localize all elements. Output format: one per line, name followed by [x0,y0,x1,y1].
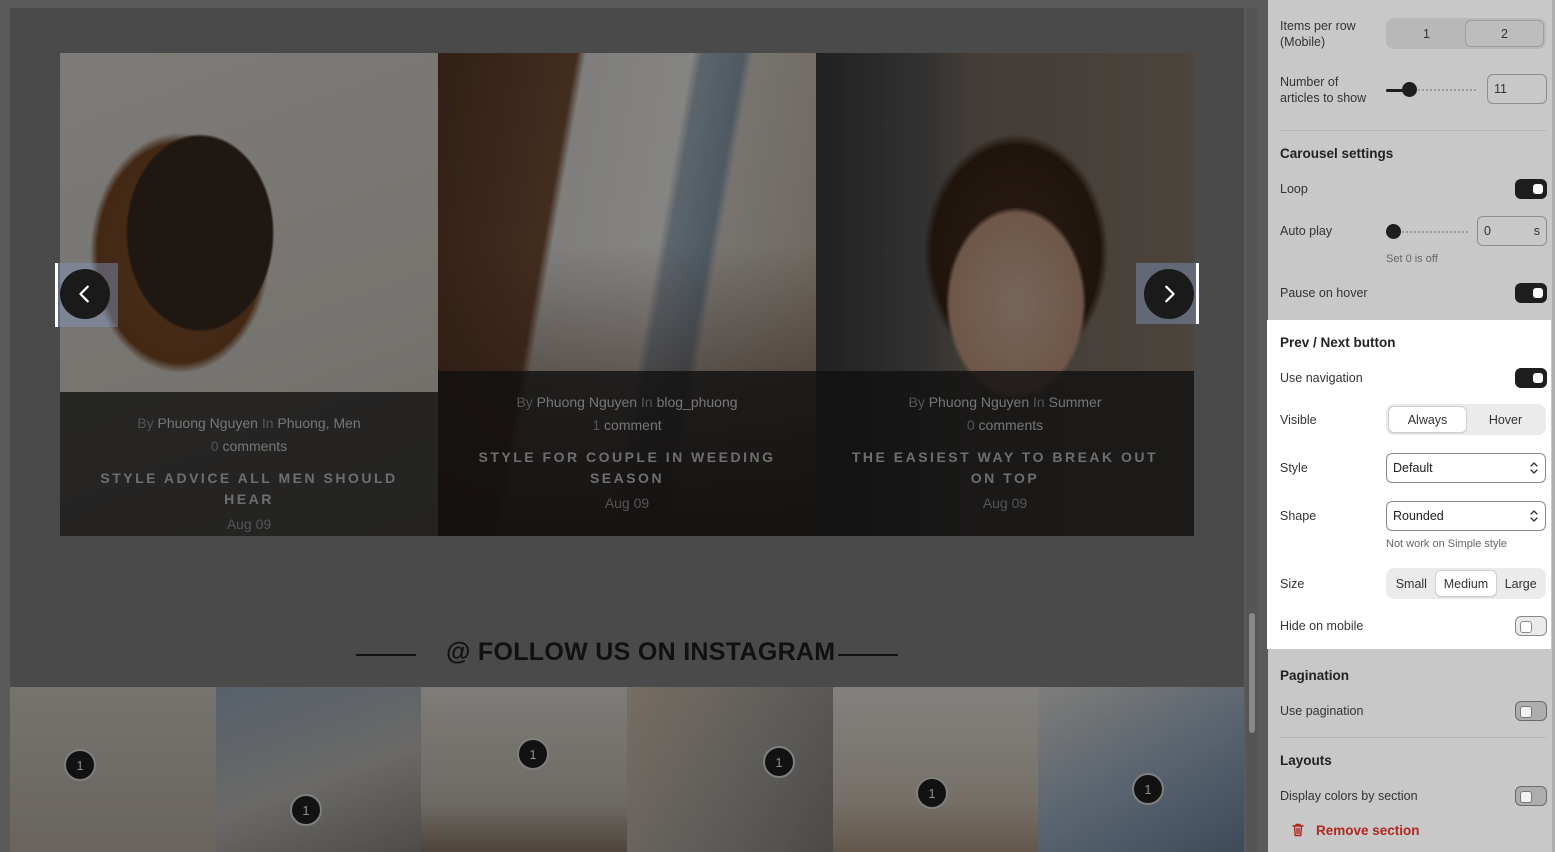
blog-card-title[interactable]: THE EASIEST WAY TO BREAK OUT ON TOP [846,447,1164,489]
product-count-badge: 1 [763,746,795,778]
size-label: Size [1280,577,1305,591]
display-colors-toggle[interactable] [1515,786,1547,806]
use-pagination-label: Use pagination [1280,704,1364,718]
size-option-medium[interactable]: Medium [1434,570,1498,597]
pause-hover-toggle[interactable] [1515,283,1547,303]
autoplay-input[interactable]: 0 s [1477,216,1547,246]
items-per-row-option-2[interactable]: 2 [1465,20,1544,47]
shape-select[interactable]: Rounded [1386,501,1546,531]
comment-count[interactable]: 0 comments [90,435,408,458]
style-label: Style [1280,461,1308,475]
size-option-large[interactable]: Large [1497,570,1544,597]
product-count-badge: 1 [290,794,322,826]
blog-card-byline: By Phuong Nguyen In Phuong, Men [137,415,361,431]
carousel-settings-title: Carousel settings [1280,146,1394,161]
layouts-title: Layouts [1280,753,1332,768]
pagination-title: Pagination [1280,668,1350,683]
carousel-next-button[interactable] [1144,269,1194,319]
product-count-badge: 1 [517,738,549,770]
author-link[interactable]: Phuong Nguyen [929,394,1029,410]
visible-option-hover[interactable]: Hover [1467,406,1544,433]
articles-count-input[interactable]: 11 [1487,74,1547,104]
divider [1280,737,1546,738]
preview-scrollbar-thumb[interactable] [1249,613,1255,733]
blog-card-date: Aug 09 [982,495,1028,511]
autoplay-slider-knob[interactable] [1386,224,1401,239]
select-chevron-icon [1530,462,1538,474]
prev-next-settings-card: Prev / Next button Use navigation Visibl… [1267,320,1551,649]
instagram-grid: 1 1 1 1 1 1 [10,687,1244,852]
instagram-tile[interactable]: 1 [216,687,421,852]
loop-label: Loop [1280,182,1308,196]
instagram-tile[interactable]: 1 [627,687,833,852]
trash-icon [1292,823,1304,837]
chevron-left-icon [79,285,89,303]
use-navigation-label: Use navigation [1280,371,1363,385]
instagram-tile[interactable]: 1 [1038,687,1244,852]
visible-segmented: Always Hover [1386,404,1546,435]
instagram-heading-row: @ FOLLOW US ON INSTAGRAM [10,638,1244,674]
autoplay-unit: s [1533,224,1540,238]
items-per-row-option-1[interactable]: 1 [1388,20,1465,47]
blog-card-meta: By Phuong Nguyen In blog_phuong 1 commen… [438,371,816,536]
remove-section-button[interactable]: Remove section [1290,822,1420,838]
shape-label: Shape [1280,509,1317,523]
shape-hint: Not work on Simple style [1386,538,1508,550]
carousel-prev-button[interactable] [60,269,110,319]
comment-count[interactable]: 0 comments [846,414,1164,437]
select-chevron-icon [1530,510,1538,522]
blog-card-byline: By Phuong Nguyen In Summer [908,394,1102,410]
items-per-row-label: Items per row (Mobile) [1280,19,1356,49]
visible-option-always[interactable]: Always [1388,406,1467,433]
heading-divider-right [838,654,898,656]
author-link[interactable]: Phuong Nguyen [158,415,258,431]
blog-card-title[interactable]: STYLE FOR COUPLE IN WEEDING SEASON [468,447,786,489]
pause-hover-label: Pause on hover [1280,286,1368,300]
category-link[interactable]: blog_phuong [657,394,738,410]
product-count-badge: 1 [1132,773,1164,805]
divider [1280,130,1546,131]
visible-label: Visible [1280,413,1317,427]
loop-toggle[interactable] [1515,179,1547,199]
instagram-heading: @ FOLLOW US ON INSTAGRAM [446,638,836,666]
theme-preview: By Phuong Nguyen In Phuong, Men 0 commen… [0,0,1268,852]
style-select[interactable]: Default [1386,453,1546,483]
heading-divider-left [356,654,416,656]
author-link[interactable]: Phuong Nguyen [537,394,637,410]
display-colors-label: Display colors by section [1280,789,1418,803]
articles-count-label: Number of articles to show [1280,75,1367,105]
blog-card-date: Aug 09 [226,516,272,532]
product-count-badge: 1 [916,777,948,809]
instagram-tile[interactable]: 1 [421,687,627,852]
comment-count[interactable]: 1 comment [468,414,786,437]
use-pagination-toggle[interactable] [1515,701,1547,721]
blog-card-meta: By Phuong Nguyen In Summer 0 comments TH… [816,371,1194,536]
size-segmented: Small Medium Large [1386,568,1546,599]
product-count-badge: 1 [64,749,96,781]
autoplay-label: Auto play [1280,224,1333,238]
blog-card-byline: By Phuong Nguyen In blog_phuong [516,394,738,410]
remove-section-bar: Remove section [1268,808,1555,852]
hide-mobile-label: Hide on mobile [1280,619,1364,633]
blog-card-title[interactable]: STYLE ADVICE ALL MEN SHOULD HEAR [90,468,408,510]
use-navigation-toggle[interactable] [1515,368,1547,388]
instagram-tile[interactable]: 1 [10,687,216,852]
blog-card-meta: By Phuong Nguyen In Phuong, Men 0 commen… [60,392,438,536]
items-per-row-segmented: 1 2 [1386,18,1546,49]
prev-next-title: Prev / Next button [1280,335,1396,350]
blog-carousel: By Phuong Nguyen In Phuong, Men 0 commen… [60,53,1194,536]
chevron-right-icon [1165,285,1175,303]
autoplay-hint: Set 0 is off [1386,253,1438,265]
remove-section-label: Remove section [1316,822,1420,838]
articles-slider-knob[interactable] [1402,82,1417,97]
preview-frame: By Phuong Nguyen In Phuong, Men 0 commen… [10,8,1244,852]
category-link[interactable]: Phuong, Men [277,415,360,431]
hide-mobile-toggle[interactable] [1515,616,1547,636]
category-link[interactable]: Summer [1049,394,1102,410]
blog-card[interactable]: By Phuong Nguyen In blog_phuong 1 commen… [438,53,816,536]
size-option-small[interactable]: Small [1388,570,1435,597]
instagram-tile[interactable]: 1 [833,687,1038,852]
blog-card-date: Aug 09 [604,495,650,511]
